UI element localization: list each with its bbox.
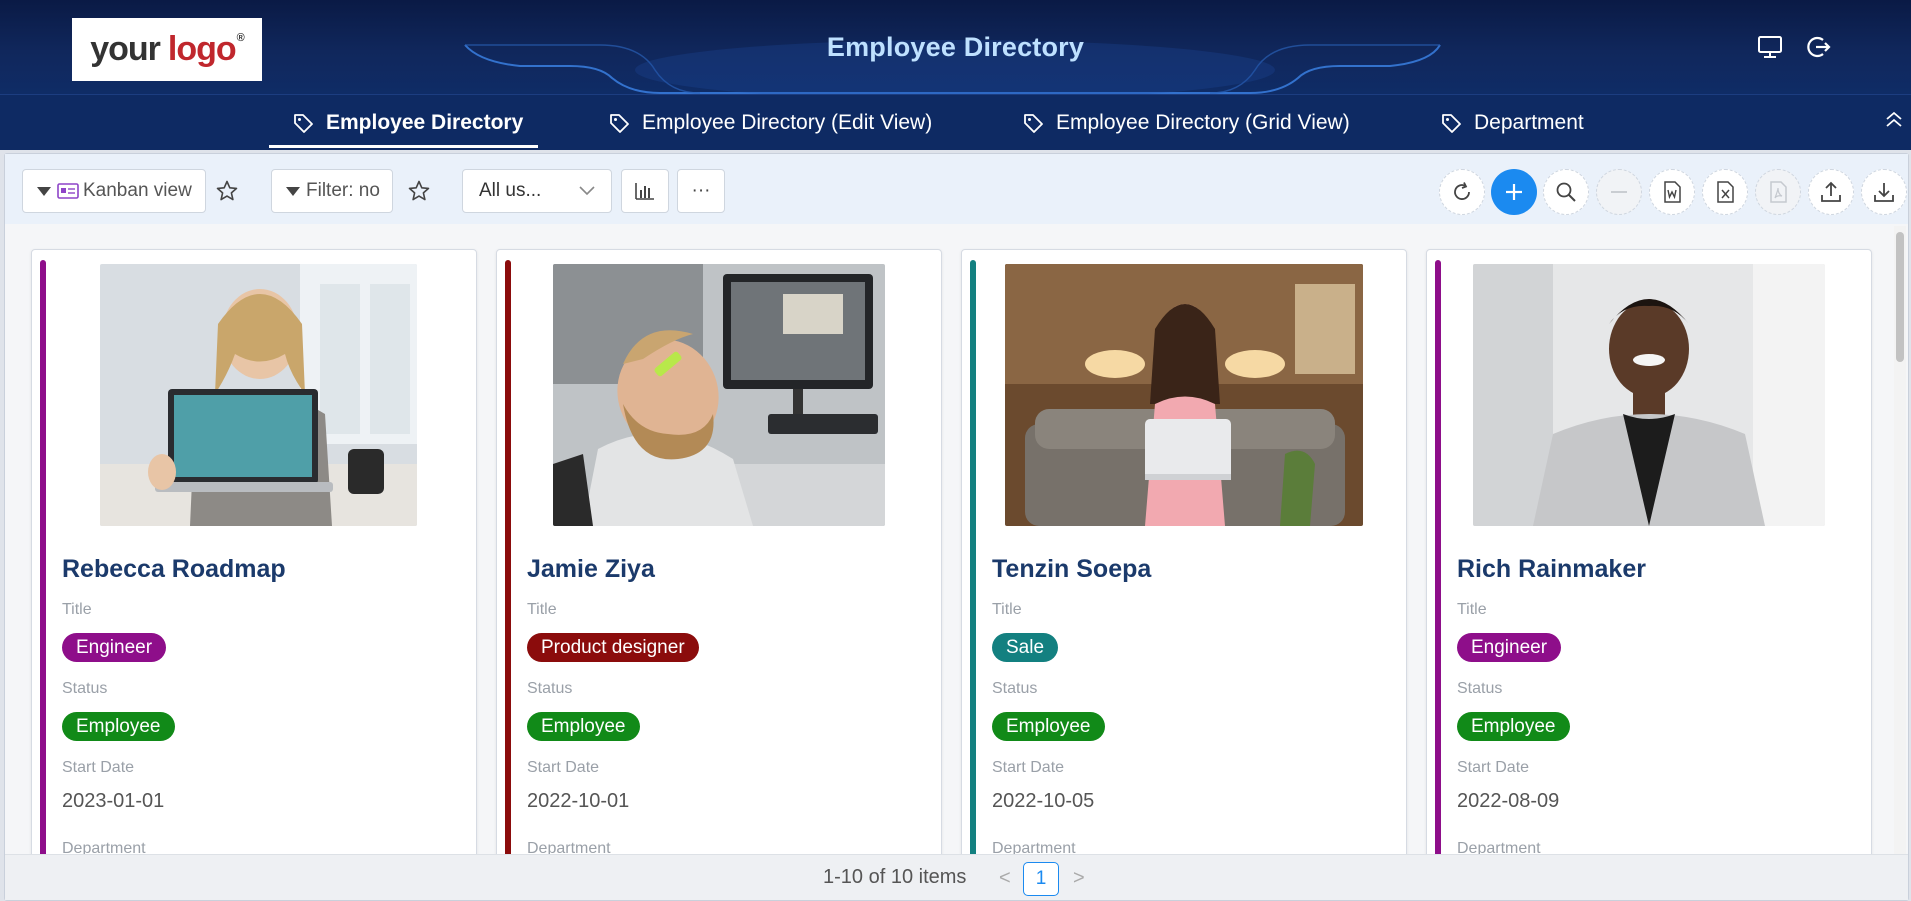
department-label: Department	[992, 840, 1076, 854]
tag-icon	[610, 114, 629, 133]
employee-photo	[1473, 264, 1825, 526]
search-icon	[1556, 182, 1576, 202]
main-content: Kanban view Filter: no All us... ··· Reb…	[4, 153, 1909, 901]
employee-name: Rich Rainmaker	[1457, 555, 1646, 583]
toolbar: Kanban view Filter: no All us... ···	[5, 154, 1908, 224]
logout-icon[interactable]	[1804, 34, 1832, 60]
scrollbar-thumb[interactable]	[1896, 232, 1904, 362]
vertical-scrollbar[interactable]	[1894, 226, 1906, 856]
tag-icon	[294, 114, 313, 133]
title-badge: Engineer	[1457, 633, 1562, 662]
card-color-bar	[970, 260, 976, 854]
tab-employee-directory-grid-view[interactable]: Employee Directory (Grid View)	[1022, 95, 1350, 151]
title-label: Title	[62, 601, 92, 618]
start-date-label: Start Date	[992, 759, 1065, 776]
employee-photo	[1005, 264, 1363, 526]
page-number-button[interactable]: 1	[1023, 862, 1059, 896]
tag-icon	[1024, 114, 1043, 133]
pdf-export-icon	[1770, 181, 1787, 203]
card-color-bar	[1435, 260, 1441, 854]
title-badge: Engineer	[62, 633, 167, 662]
monitor-icon[interactable]	[1756, 34, 1784, 60]
upload-button[interactable]	[1808, 169, 1854, 215]
kanban-board: Rebecca Roadmap Title Engineer Status Em…	[5, 224, 1890, 854]
view-selector-button[interactable]: Kanban view	[22, 169, 206, 213]
word-export-icon	[1664, 181, 1681, 203]
start-date-value: 2022-10-05	[992, 790, 1095, 812]
contact-card-icon	[57, 183, 79, 199]
start-date-label: Start Date	[1457, 759, 1530, 776]
next-page-button[interactable]: >	[1073, 867, 1085, 890]
download-button[interactable]	[1861, 169, 1907, 215]
excel-export-icon	[1717, 181, 1734, 203]
status-badge: Employee	[992, 712, 1105, 741]
export-word-button[interactable]	[1649, 169, 1695, 215]
title-badge: Product designer	[527, 633, 699, 662]
refresh-icon	[1454, 182, 1470, 200]
page-title: Employee Directory	[826, 32, 1085, 62]
employee-card[interactable]: Rebecca Roadmap Title Engineer Status Em…	[31, 249, 477, 854]
department-label: Department	[527, 840, 611, 854]
employee-card[interactable]: Rich Rainmaker Title Engineer Status Emp…	[1426, 249, 1872, 854]
employee-card[interactable]: Tenzin Soepa Title Sale Status Employee …	[961, 249, 1407, 854]
users-select[interactable]: All us...	[462, 169, 612, 213]
pagination-bar: 1-10 of 10 items < 1 >	[5, 854, 1908, 900]
start-date-label: Start Date	[62, 759, 135, 776]
chart-button[interactable]	[621, 169, 669, 213]
search-button[interactable]	[1543, 169, 1589, 215]
department-label: Department	[1457, 840, 1541, 854]
star-icon[interactable]	[215, 179, 239, 203]
department-label: Department	[62, 840, 146, 854]
employee-photo	[100, 264, 417, 526]
card-color-bar	[505, 260, 511, 854]
start-date-value: 2023-01-01	[62, 790, 165, 812]
employee-photo	[553, 264, 885, 526]
tab-department[interactable]: Department	[1440, 95, 1584, 151]
status-label: Status	[992, 680, 1038, 697]
start-date-value: 2022-10-01	[527, 790, 630, 812]
tab-employee-directory-edit-view[interactable]: Employee Directory (Edit View)	[608, 95, 932, 151]
previous-page-button[interactable]: <	[999, 867, 1011, 890]
download-icon	[1874, 183, 1894, 202]
status-label: Status	[62, 680, 108, 697]
add-button[interactable]	[1491, 169, 1537, 215]
tab-bar: Employee Directory Employee Directory (E…	[0, 94, 1911, 150]
active-tab-indicator	[269, 145, 538, 148]
refresh-button[interactable]	[1439, 169, 1485, 215]
filter-button[interactable]: Filter: no	[271, 169, 393, 213]
pagination-info: 1-10 of 10 items	[823, 866, 967, 888]
status-label: Status	[1457, 680, 1503, 697]
card-color-bar	[40, 260, 46, 854]
remove-button[interactable]	[1596, 169, 1642, 215]
remove-icon	[1611, 191, 1627, 193]
export-excel-button[interactable]	[1702, 169, 1748, 215]
more-button[interactable]: ···	[677, 169, 725, 213]
employee-name: Jamie Ziya	[527, 555, 655, 583]
app-header: your logo ® Employee Directory	[0, 0, 1911, 94]
status-badge: Employee	[527, 712, 640, 741]
title-label: Title	[527, 601, 557, 618]
start-date-value: 2022-08-09	[1457, 790, 1560, 812]
tag-icon	[1442, 114, 1461, 133]
status-badge: Employee	[1457, 712, 1570, 741]
star-icon[interactable]	[407, 179, 431, 203]
chevron-down-icon	[579, 186, 595, 196]
employee-name: Tenzin Soepa	[992, 555, 1152, 583]
upload-icon	[1821, 181, 1841, 202]
status-badge: Employee	[62, 712, 175, 741]
status-label: Status	[527, 680, 573, 697]
bar-chart-icon	[635, 183, 654, 200]
title-badge: Sale	[992, 633, 1059, 662]
add-icon	[1506, 184, 1522, 200]
title-label: Title	[992, 601, 1022, 618]
export-pdf-button[interactable]	[1755, 169, 1801, 215]
start-date-label: Start Date	[527, 759, 600, 776]
title-label: Title	[1457, 601, 1487, 618]
employee-card[interactable]: Jamie Ziya Title Product designer Status…	[496, 249, 942, 854]
caret-down-icon	[286, 186, 300, 196]
caret-down-icon	[37, 186, 51, 196]
tab-employee-directory[interactable]: Employee Directory	[292, 95, 523, 151]
collapse-up-icon[interactable]	[1883, 109, 1905, 131]
employee-name: Rebecca Roadmap	[62, 555, 286, 583]
